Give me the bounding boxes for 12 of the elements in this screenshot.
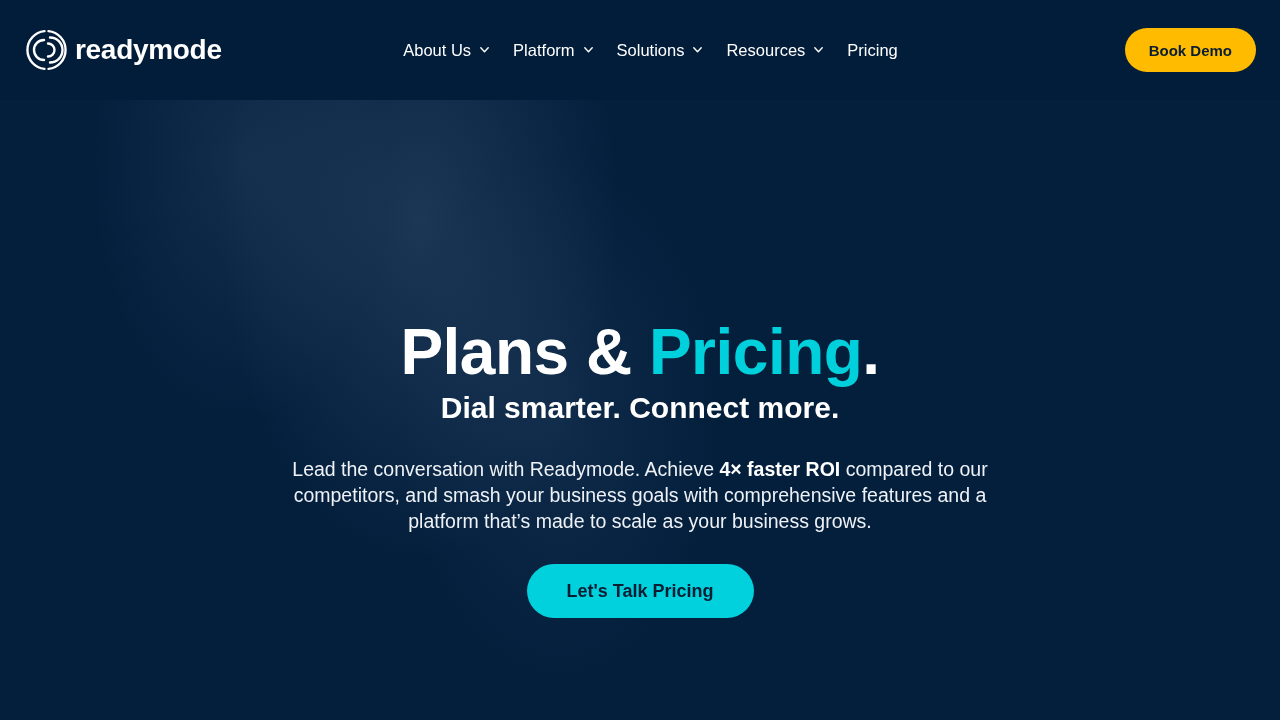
nav-link[interactable]: Platform bbox=[513, 40, 593, 60]
logo-icon bbox=[25, 29, 67, 71]
talk-pricing-button[interactable]: Let's Talk Pricing bbox=[526, 564, 754, 618]
book-demo-button[interactable]: Book Demo bbox=[1124, 28, 1256, 72]
nav-link[interactable]: Resources bbox=[726, 40, 824, 60]
hero-subtitle: Dial smarter. Connect more. bbox=[440, 390, 840, 426]
nav-link[interactable]: Pricing bbox=[847, 40, 898, 60]
nav-link[interactable]: Solutions bbox=[616, 40, 703, 60]
hero-description: Lead the conversation with Readymode. Achieve 4× faster ROI compared to our competitors, and smash your business goals with comprehensive features and a platform that’s made to scale as your business grows. bbox=[291, 457, 989, 534]
hero-title: Plans & Pricing. bbox=[400, 316, 880, 388]
nav-link[interactable]: About Us bbox=[403, 40, 490, 60]
logo-link[interactable]: readymode bbox=[25, 29, 222, 71]
